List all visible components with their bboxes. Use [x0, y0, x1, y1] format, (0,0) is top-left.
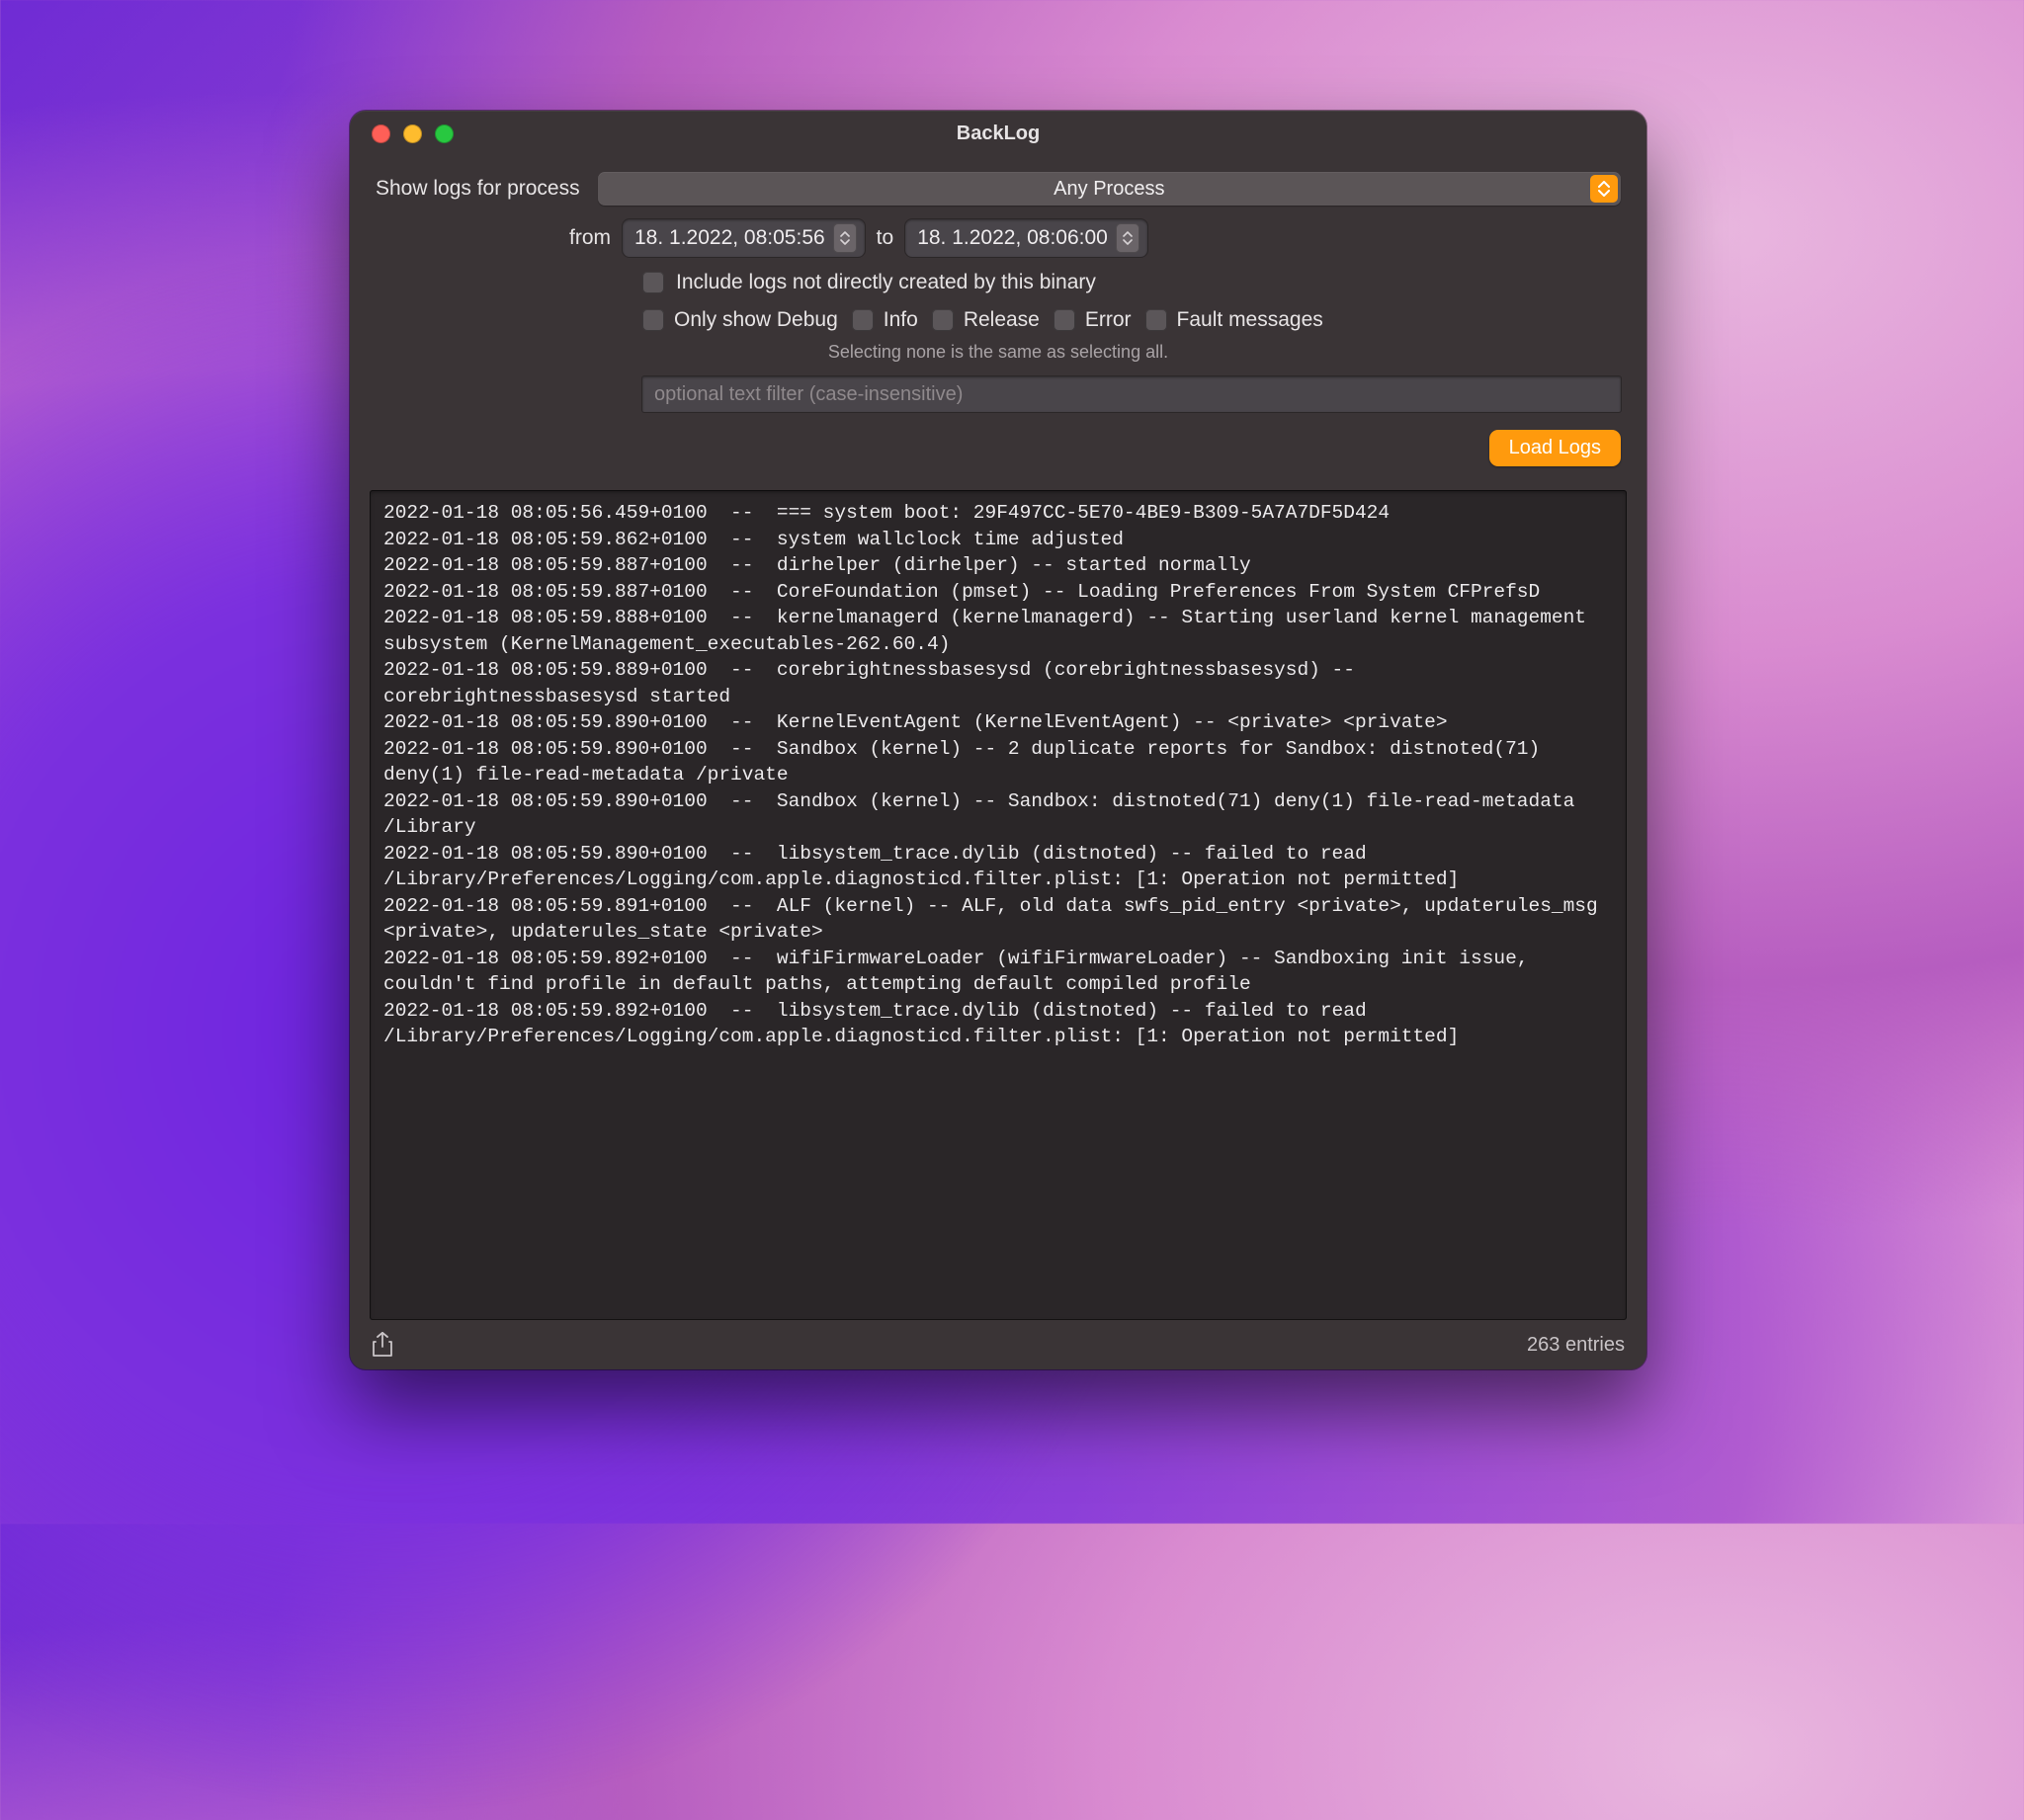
include-row: Include logs not directly created by thi…	[376, 271, 1621, 294]
process-popup[interactable]: Any Process	[598, 172, 1621, 206]
to-date-value: 18. 1.2022, 08:06:00	[917, 226, 1108, 250]
to-label: to	[877, 226, 894, 250]
levels-row: Only show Debug Info Release Error Fault…	[376, 308, 1621, 332]
process-label: Show logs for process	[376, 177, 580, 201]
level-prefix: Only show Debug	[674, 308, 838, 332]
include-label: Include logs not directly created by thi…	[676, 271, 1096, 294]
from-date-value: 18. 1.2022, 08:05:56	[634, 226, 825, 250]
level-debug-checkbox[interactable]	[642, 309, 664, 331]
app-window: BackLog Show logs for process Any Proces…	[350, 111, 1646, 1369]
to-date-field[interactable]: 18. 1.2022, 08:06:00	[905, 219, 1147, 257]
to-stepper[interactable]	[1116, 223, 1139, 253]
process-row: Show logs for process Any Process	[376, 172, 1621, 206]
share-icon[interactable]	[372, 1332, 393, 1358]
level-info-label: Info	[884, 308, 918, 332]
level-info-checkbox[interactable]	[852, 309, 874, 331]
load-logs-button[interactable]: Load Logs	[1489, 430, 1621, 466]
level-release-checkbox[interactable]	[932, 309, 954, 331]
window-title: BackLog	[350, 123, 1646, 145]
include-checkbox[interactable]	[642, 272, 664, 293]
footer: 263 entries	[350, 1320, 1646, 1369]
titlebar[interactable]: BackLog	[350, 111, 1646, 156]
level-release-label: Release	[964, 308, 1040, 332]
from-stepper[interactable]	[833, 223, 857, 253]
level-fault-checkbox[interactable]	[1145, 309, 1167, 331]
process-selected: Any Process	[1054, 178, 1164, 201]
filter-row	[376, 376, 1621, 412]
date-range-row: from 18. 1.2022, 08:05:56 to 18. 1.2022,…	[376, 219, 1621, 257]
levels-hint: Selecting none is the same as selecting …	[376, 342, 1621, 363]
entry-count: 263 entries	[1527, 1334, 1625, 1357]
action-row: Load Logs	[376, 430, 1621, 466]
filter-input[interactable]	[642, 376, 1621, 412]
controls-panel: Show logs for process Any Process from 1…	[350, 156, 1646, 482]
chevron-up-down-icon	[1590, 175, 1618, 203]
level-error-checkbox[interactable]	[1054, 309, 1075, 331]
from-label: from	[569, 226, 611, 250]
log-output[interactable]: 2022-01-18 08:05:56.459+0100 -- === syst…	[370, 490, 1627, 1320]
level-error-label: Error	[1085, 308, 1132, 332]
from-date-field[interactable]: 18. 1.2022, 08:05:56	[623, 219, 865, 257]
level-fault-label: Fault messages	[1177, 308, 1323, 332]
